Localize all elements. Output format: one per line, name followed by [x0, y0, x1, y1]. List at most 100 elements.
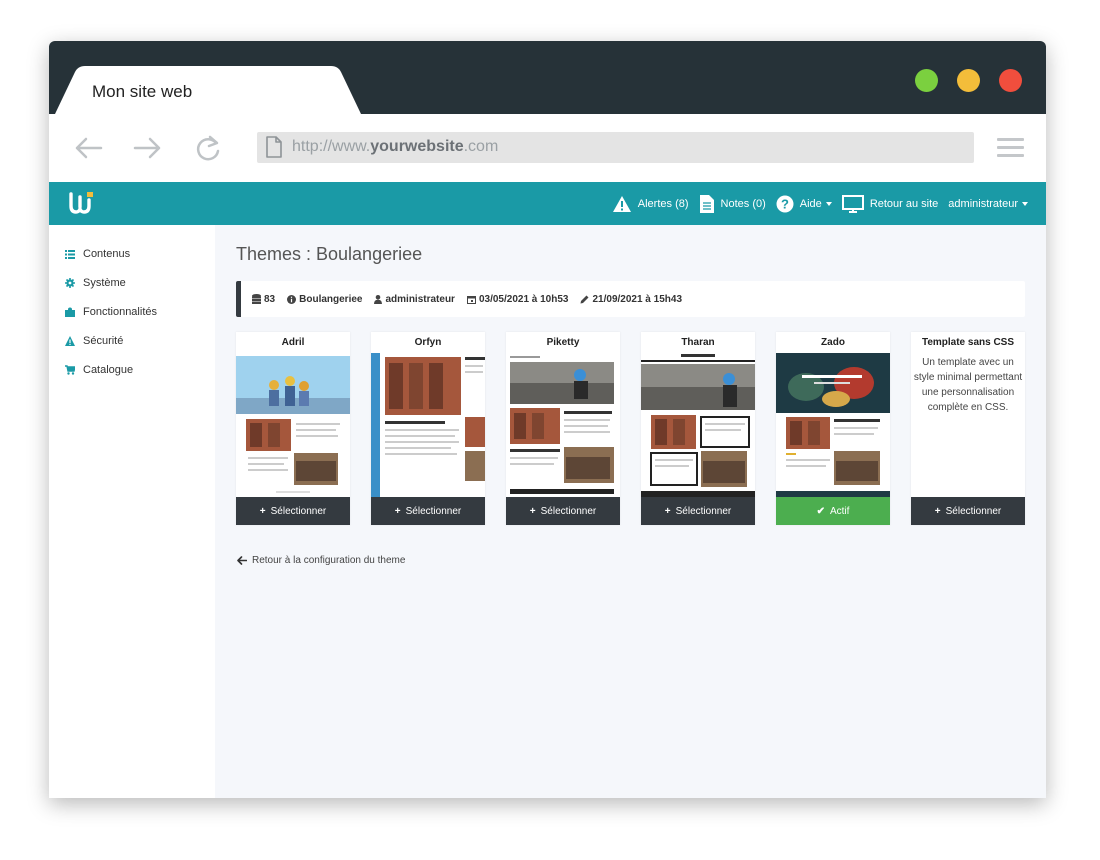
svg-text:?: ?	[781, 196, 789, 211]
theme-preview-image	[641, 353, 755, 497]
url-text: http://www.yourwebsite.com	[292, 138, 498, 156]
sidebar-item-fonctionnalites[interactable]: Fonctionnalités	[65, 306, 157, 318]
main-content: Themes : Boulangeriee 83 Boulangeriee ad…	[215, 225, 1046, 798]
alerts-link[interactable]: Alertes (8)	[612, 195, 689, 213]
sidebar-item-catalogue[interactable]: Catalogue	[65, 364, 133, 376]
reload-icon[interactable]	[194, 134, 224, 162]
cart-icon	[65, 365, 75, 375]
sidebar: Contenus Système Fonctionnalités Sécurit…	[49, 225, 215, 798]
database-icon	[252, 294, 261, 304]
address-toolbar: http://www.yourwebsite.com	[49, 114, 1046, 182]
help-dropdown[interactable]: ? Aide	[776, 195, 832, 213]
alerts-label: Alertes (8)	[637, 197, 689, 210]
theme-name: Tharan	[681, 337, 715, 348]
browser-menu-icon[interactable]	[997, 138, 1024, 157]
theme-description: Un template avec un style minimal permet…	[913, 357, 1023, 413]
theme-card-piketty: Piketty + Sélectionner	[506, 332, 620, 525]
notes-link[interactable]: Notes (0)	[699, 194, 766, 214]
plus-icon: +	[529, 505, 536, 517]
plus-icon: +	[394, 505, 401, 517]
plus-icon: +	[934, 505, 941, 517]
sidebar-item-label: Système	[83, 277, 126, 289]
back-to-theme-config-link[interactable]: Retour à la configuration du theme	[237, 555, 405, 566]
gear-icon	[65, 278, 75, 288]
theme-preview-image	[506, 353, 620, 497]
button-label: Sélectionner	[405, 505, 462, 517]
info-author-value: administrateur	[385, 293, 455, 305]
forward-arrow-icon[interactable]	[133, 134, 163, 162]
sidebar-item-label: Catalogue	[83, 364, 134, 376]
help-label: Aide	[799, 197, 822, 210]
back-link-label: Retour à la configuration du theme	[252, 555, 406, 566]
info-created-value: 03/05/2021 à 10h53	[478, 293, 569, 305]
back-arrow-icon[interactable]	[73, 134, 103, 162]
select-theme-button[interactable]: + Sélectionner	[641, 497, 755, 525]
arrow-left-icon	[237, 556, 247, 565]
warning-icon	[65, 336, 75, 346]
theme-preview-image	[236, 353, 350, 497]
info-name: Boulangeriee	[287, 294, 362, 305]
user-label: administrateur	[948, 197, 1018, 210]
url-prefix: http://www.	[292, 138, 371, 155]
button-label: Actif	[829, 505, 850, 517]
button-label: Sélectionner	[270, 505, 327, 517]
theme-name: Template sans CSS	[921, 337, 1015, 348]
sidebar-item-securite[interactable]: Sécurité	[65, 335, 123, 347]
info-modified: 21/09/2021 à 15h43	[580, 294, 682, 305]
warning-icon	[612, 195, 631, 212]
theme-card-zado: Zado ✔ Actif	[776, 332, 890, 525]
sidebar-item-label: Fonctionnalités	[83, 306, 157, 318]
theme-preview-image	[371, 353, 485, 497]
document-icon	[699, 194, 714, 213]
back-to-site-link[interactable]: Retour au site	[841, 194, 939, 213]
info-count: 83	[252, 294, 275, 305]
sidebar-item-contenus[interactable]: Contenus	[65, 248, 130, 260]
sidebar-item-systeme[interactable]: Système	[65, 277, 126, 289]
button-label: Sélectionner	[675, 505, 732, 517]
plus-icon: +	[664, 505, 671, 517]
page-title: Themes : Boulangeriee	[236, 244, 423, 264]
user-dropdown[interactable]: administrateur	[948, 198, 1028, 210]
button-label: Sélectionner	[945, 505, 1002, 517]
browser-tab[interactable]: Mon site web	[55, 66, 361, 114]
info-modified-value: 21/09/2021 à 15h43	[592, 293, 683, 305]
chevron-down-icon	[825, 201, 832, 206]
select-theme-button[interactable]: + Sélectionner	[236, 497, 350, 525]
theme-card-adril: Adril + Sélectionner	[236, 332, 350, 525]
theme-name: Adril	[281, 337, 305, 348]
puzzle-icon	[65, 307, 75, 317]
logo[interactable]	[69, 191, 95, 220]
tab-title: Mon site web	[92, 82, 193, 101]
select-theme-button[interactable]: + Sélectionner	[506, 497, 620, 525]
app-header: Alertes (8) Notes (0) ? Aide Retour au s…	[49, 182, 1046, 225]
app-topnav: Alertes (8) Notes (0) ? Aide Retour au s…	[602, 182, 1028, 225]
notes-label: Notes (0)	[720, 197, 766, 210]
info-count-value: 83	[264, 293, 276, 305]
close-button[interactable]	[999, 69, 1022, 92]
theme-name: Piketty	[546, 337, 580, 348]
browser-titlebar: Mon site web	[49, 41, 1046, 114]
select-theme-button[interactable]: + Sélectionner	[911, 497, 1025, 525]
url-bar[interactable]: http://www.yourwebsite.com	[257, 132, 974, 163]
monitor-icon	[841, 194, 864, 213]
calendar-icon	[466, 295, 476, 304]
url-domain: yourwebsite	[370, 138, 464, 155]
theme-name: Zado	[821, 337, 845, 348]
sidebar-item-label: Sécurité	[83, 335, 124, 347]
chevron-down-icon	[1022, 201, 1028, 206]
info-icon	[287, 294, 297, 304]
theme-info-bar: 83 Boulangeriee administrateur 03/05/202…	[236, 281, 1025, 317]
url-suffix: .com	[463, 138, 499, 155]
active-theme-button[interactable]: ✔ Actif	[776, 497, 890, 525]
check-icon: ✔	[816, 505, 825, 517]
browser-window: Mon site web http://www.yourwebsite.com	[49, 41, 1046, 798]
theme-card-template-sans-css: Template sans CSS Un template avec un st…	[911, 332, 1025, 525]
theme-name: Orfyn	[414, 337, 442, 348]
info-created: 03/05/2021 à 10h53	[466, 293, 569, 305]
maximize-button[interactable]	[915, 69, 938, 92]
minimize-button[interactable]	[957, 69, 980, 92]
plus-icon: +	[259, 505, 266, 517]
back-to-site-label: Retour au site	[869, 197, 939, 210]
info-author: administrateur	[374, 293, 455, 305]
select-theme-button[interactable]: + Sélectionner	[371, 497, 485, 525]
